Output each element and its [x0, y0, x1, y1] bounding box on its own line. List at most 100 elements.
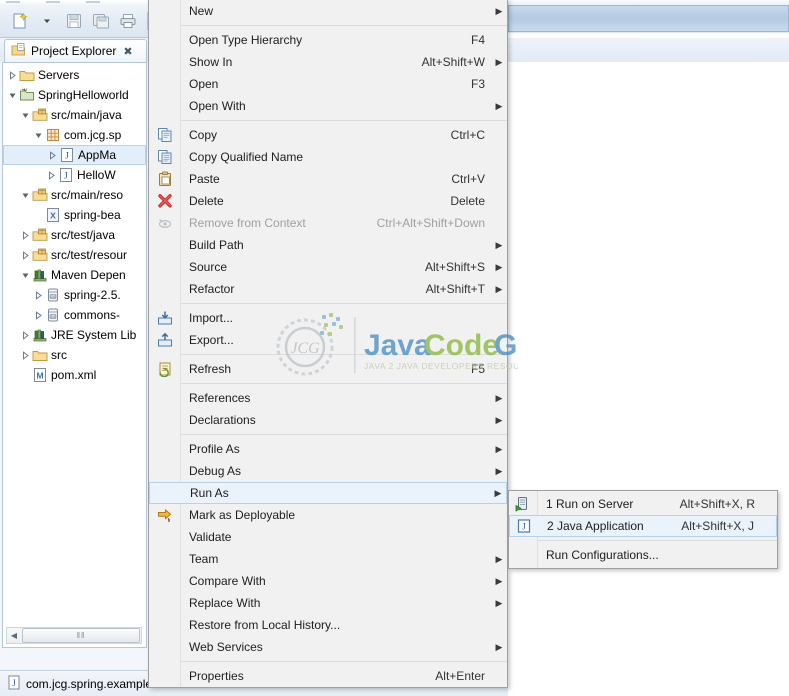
copy-icon — [149, 124, 180, 146]
submenu-arrow-icon: ▶ — [495, 283, 503, 294]
close-icon[interactable]: ✖ — [123, 45, 132, 58]
menu-separator — [180, 303, 507, 304]
tree-item[interactable]: J HelloW — [3, 165, 146, 185]
menu-item-copy[interactable]: Copy Ctrl+C — [149, 124, 507, 146]
menu-item-compare-with[interactable]: Compare With ▶ — [149, 570, 507, 592]
menu-item-label: Validate — [189, 530, 232, 544]
menu-item-shortcut: Ctrl+Alt+Shift+Down — [376, 216, 485, 230]
tree-item-label: pom.xml — [51, 368, 97, 382]
tree-item[interactable]: src/test/resour — [3, 245, 146, 265]
menu-item-export[interactable]: Export... — [149, 329, 507, 351]
tree-item[interactable]: M SpringHelloworld — [3, 85, 146, 105]
menu-item-paste[interactable]: Paste Ctrl+V — [149, 168, 507, 190]
project-icon: M — [18, 87, 35, 103]
menu-item-label: Declarations — [189, 413, 256, 427]
menu-item-profile-as[interactable]: Profile As ▶ — [149, 438, 507, 460]
tree-item[interactable]: src — [3, 345, 146, 365]
tree-item[interactable]: src/main/java — [3, 105, 146, 125]
submenu-arrow-icon: ▶ — [494, 487, 502, 498]
menu-item-label: Open — [189, 77, 219, 91]
submenu-arrow-icon: ▶ — [495, 414, 503, 425]
refresh-icon — [149, 358, 180, 380]
menu-item-restore-from-local-history[interactable]: Restore from Local History... — [149, 614, 507, 636]
menu-item-source[interactable]: Source Alt+Shift+S ▶ — [149, 256, 507, 278]
tree-item[interactable]: 010 spring-2.5. — [3, 285, 146, 305]
menu-item-open-with[interactable]: Open With ▶ — [149, 95, 507, 117]
tree-item[interactable]: Maven Depen — [3, 265, 146, 285]
tree-item[interactable]: Mpom.xml — [3, 365, 146, 385]
chevron-right-icon[interactable] — [20, 225, 31, 245]
chevron-right-icon[interactable] — [47, 145, 58, 165]
menu-item-label: Properties — [189, 669, 244, 683]
menu-item-shortcut: Alt+Shift+W — [421, 55, 485, 69]
project-explorer-view: Servers M SpringHelloworld src/main/java com… — [2, 62, 147, 648]
chevron-down-icon[interactable] — [33, 125, 44, 145]
menu-item-build-path[interactable]: Build Path ▶ — [149, 234, 507, 256]
menu-item-properties[interactable]: Properties Alt+Enter — [149, 665, 507, 687]
tree-item[interactable]: 010 commons- — [3, 305, 146, 325]
menu-item-references[interactable]: References ▶ — [149, 387, 507, 409]
menu-item-open-type-hierarchy[interactable]: Open Type Hierarchy F4 — [149, 29, 507, 51]
menu-item-show-in[interactable]: Show In Alt+Shift+W ▶ — [149, 51, 507, 73]
chevron-down-icon[interactable] — [20, 105, 31, 125]
menu-item-team[interactable]: Team ▶ — [149, 548, 507, 570]
chevron-down-icon[interactable] — [20, 185, 31, 205]
menu-item-run-configurations[interactable]: Run Configurations... — [509, 544, 777, 566]
tree-item-selected[interactable]: J AppMa — [3, 145, 146, 165]
menu-item-refactor[interactable]: Refactor Alt+Shift+T ▶ — [149, 278, 507, 300]
chevron-right-icon[interactable] — [46, 165, 57, 185]
menu-item-mark-as-deployable[interactable]: Mark as Deployable — [149, 504, 507, 526]
chevron-down-icon[interactable] — [20, 265, 31, 285]
new-wizard-icon[interactable] — [8, 9, 32, 33]
scroll-left-icon[interactable]: ◀ — [7, 628, 21, 643]
project-tree: Servers M SpringHelloworld src/main/java com… — [3, 65, 146, 385]
menu-item-web-services[interactable]: Web Services ▶ — [149, 636, 507, 658]
menu-item-copy-qualified-name[interactable]: Copy Qualified Name — [149, 146, 507, 168]
tree-item[interactable]: src/main/reso — [3, 185, 146, 205]
print-icon[interactable] — [116, 9, 140, 33]
menu-item-open[interactable]: Open F3 — [149, 73, 507, 95]
menu-item-run-as[interactable]: Run As ▶ — [149, 482, 507, 504]
scroll-thumb[interactable]: ‖‖ — [22, 628, 140, 643]
explorer-hscrollbar[interactable]: ◀ ‖‖ — [6, 627, 142, 644]
save-icon[interactable] — [62, 9, 86, 33]
chevron-right-icon[interactable] — [20, 345, 31, 365]
menu-item-replace-with[interactable]: Replace With ▶ — [149, 592, 507, 614]
tree-item[interactable]: JRE System Lib — [3, 325, 146, 345]
menu-item-2-java-application[interactable]: J 2 Java Application Alt+Shift+X, J — [509, 515, 777, 537]
save-all-icon[interactable] — [89, 9, 113, 33]
menu-item-label: References — [189, 391, 251, 405]
menu-item-validate[interactable]: Validate — [149, 526, 507, 548]
chevron-right-icon[interactable] — [33, 285, 44, 305]
menu-item-no-icon — [149, 234, 180, 256]
chevron-right-icon[interactable] — [20, 245, 31, 265]
status-java-file-icon: J — [7, 675, 21, 693]
menu-item-label: Export... — [189, 333, 234, 347]
tree-item-label: HelloW — [77, 168, 116, 182]
menu-item-declarations[interactable]: Declarations ▶ — [149, 409, 507, 431]
tree-item-label: Maven Depen — [51, 268, 126, 282]
menu-item-1-run-on-server[interactable]: 1 Run on Server Alt+Shift+X, R — [509, 493, 777, 515]
tab-project-explorer[interactable]: Project Explorer ✖ — [4, 39, 147, 62]
menu-item-delete[interactable]: Delete Delete — [149, 190, 507, 212]
xml-file-icon: X — [44, 207, 61, 223]
context-menu: New ▶ Open Type Hierarchy F4 Show In Alt+Shif… — [148, 0, 508, 688]
tree-item[interactable]: com.jcg.sp — [3, 125, 146, 145]
editor-tab-bar[interactable] — [508, 5, 789, 32]
chevron-right-icon[interactable] — [33, 305, 44, 325]
menu-item-debug-as[interactable]: Debug As ▶ — [149, 460, 507, 482]
menu-item-import[interactable]: Import... — [149, 307, 507, 329]
chevron-down-icon[interactable] — [7, 85, 18, 105]
tree-item[interactable]: src/test/java — [3, 225, 146, 245]
menu-item-new[interactable]: New ▶ — [149, 0, 507, 22]
run-as-submenu: 1 Run on Server Alt+Shift+X, R J 2 Java App… — [508, 490, 778, 569]
tree-item[interactable]: Servers — [3, 65, 146, 85]
eclipse-workbench: 010 Project Explorer ✖ Servers M SpringHel… — [0, 0, 789, 696]
menu-item-label: Copy — [189, 128, 218, 142]
menu-item-refresh[interactable]: Refresh F5 — [149, 358, 507, 380]
tree-item-label: JRE System Lib — [51, 328, 137, 342]
tree-item[interactable]: Xspring-bea — [3, 205, 146, 225]
new-dropdown-icon[interactable] — [35, 9, 59, 33]
chevron-right-icon[interactable] — [20, 325, 31, 345]
chevron-right-icon[interactable] — [7, 65, 18, 85]
